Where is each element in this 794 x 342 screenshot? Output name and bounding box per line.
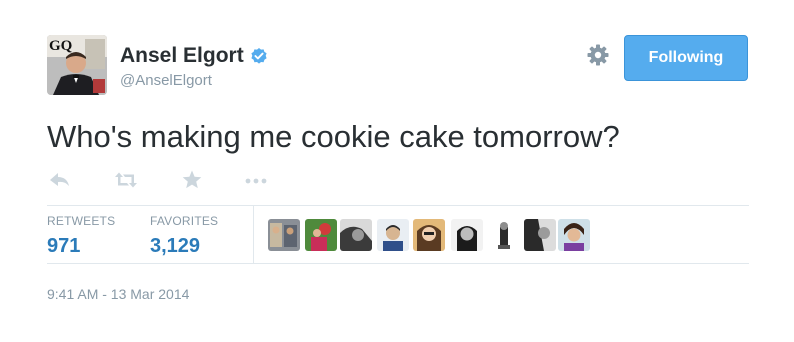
favoriter-avatar[interactable] <box>268 219 300 251</box>
retweet-icon[interactable] <box>113 168 139 192</box>
author-name[interactable]: Ansel Elgort <box>120 44 244 68</box>
following-button[interactable]: Following <box>624 35 748 81</box>
tweet-timestamp[interactable]: 9:41 AM - 13 Mar 2014 <box>47 286 189 302</box>
favorite-star-icon[interactable] <box>179 168 205 192</box>
avatar-gq-text: GQ <box>49 38 73 54</box>
favoriter-avatar[interactable] <box>340 219 372 251</box>
avatar-image: GQ <box>47 35 107 95</box>
author-block: Ansel Elgort @AnselElgort <box>120 44 268 89</box>
author-handle[interactable]: @AnselElgort <box>120 72 268 89</box>
reply-icon[interactable] <box>47 168 73 192</box>
favoriter-avatar[interactable] <box>488 219 520 251</box>
favoriter-avatar[interactable] <box>305 219 337 251</box>
more-options-icon[interactable] <box>243 168 269 192</box>
gear-icon[interactable] <box>586 43 610 67</box>
favoriter-avatar[interactable] <box>558 219 590 251</box>
favoriter-avatar[interactable] <box>377 219 409 251</box>
verified-badge-icon <box>250 47 268 65</box>
favoriter-avatar[interactable] <box>524 219 556 251</box>
favorites-label: FAVORITES <box>150 214 219 228</box>
retweets-label: RETWEETS <box>47 214 116 228</box>
stats-vertical-divider <box>253 206 254 263</box>
tweet-text: Who's making me cookie cake tomorrow? <box>47 119 620 154</box>
retweets-count[interactable]: 971 <box>47 235 115 258</box>
favorites-stat[interactable]: FAVORITES 3,129 <box>150 214 218 258</box>
stats-divider-bottom <box>47 263 749 264</box>
favoriter-avatar[interactable] <box>451 219 483 251</box>
favoriter-avatar[interactable] <box>413 219 445 251</box>
retweets-stat[interactable]: RETWEETS 971 <box>47 214 115 258</box>
stats-divider-top <box>47 205 749 206</box>
author-avatar[interactable]: GQ <box>47 35 107 95</box>
favorites-count[interactable]: 3,129 <box>150 235 218 258</box>
